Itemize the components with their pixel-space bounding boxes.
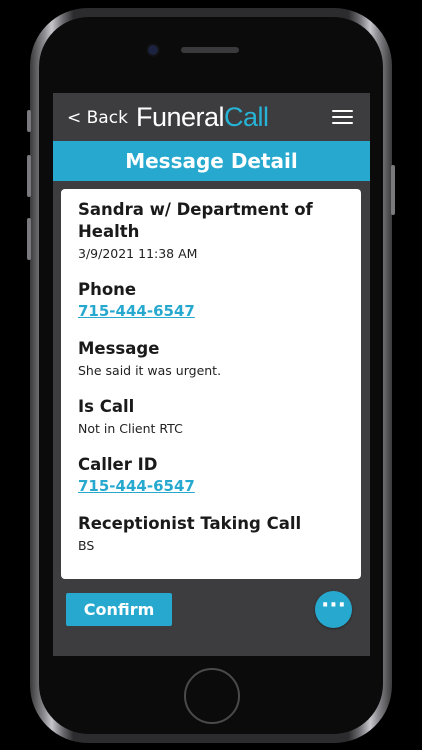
message-datetime: 3/9/2021 11:38 AM [78,246,198,261]
page-title: Message Detail [53,141,370,181]
hamburger-menu-icon[interactable] [332,110,353,125]
mute-switch [27,110,31,132]
is-call-section: Is Call Not in Client RTC [78,396,345,437]
message-text: She said it was urgent. [78,363,222,378]
caller-name: Sandra w/ Department of Health [78,200,313,241]
caller-id-label: Caller ID [78,455,158,474]
receptionist-label: Receptionist Taking Call [78,514,302,533]
home-button[interactable] [184,668,240,724]
receptionist-value: BS [78,538,95,553]
phone-label: Phone [78,280,137,299]
power-button [391,165,395,215]
is-call-value: Not in Client RTC [78,421,183,436]
caller-id-section: Caller ID 715-444-6547 [78,454,345,496]
volume-up-button [27,155,31,197]
caller-section: Sandra w/ Department of Health 3/9/2021 … [78,199,345,262]
caller-id-link[interactable]: 715-444-6547 [78,476,195,496]
logo-accent-text: Call [224,102,269,132]
app-screen: < Back FuneralCall Message Detail Sandra… [53,93,370,656]
volume-down-button [27,218,31,260]
app-logo: FuneralCall [136,102,269,133]
phone-section: Phone 715-444-6547 [78,279,345,321]
is-call-label: Is Call [78,397,135,416]
front-camera [148,45,158,55]
message-section: Message She said it was urgent. [78,338,345,379]
logo-main-text: Funeral [136,102,225,132]
message-detail-card: Sandra w/ Department of Health 3/9/2021 … [61,189,361,579]
receptionist-section: Receptionist Taking Call BS [78,513,345,554]
bottom-action-bar: Confirm ··· [53,579,370,656]
confirm-button[interactable]: Confirm [66,593,172,626]
phone-link[interactable]: 715-444-6547 [78,301,195,321]
more-options-icon[interactable]: ··· [315,591,352,628]
back-button[interactable]: < Back [67,108,128,128]
message-label: Message [78,339,160,358]
top-navigation-bar: < Back FuneralCall [53,93,370,141]
earpiece-speaker [181,47,239,53]
